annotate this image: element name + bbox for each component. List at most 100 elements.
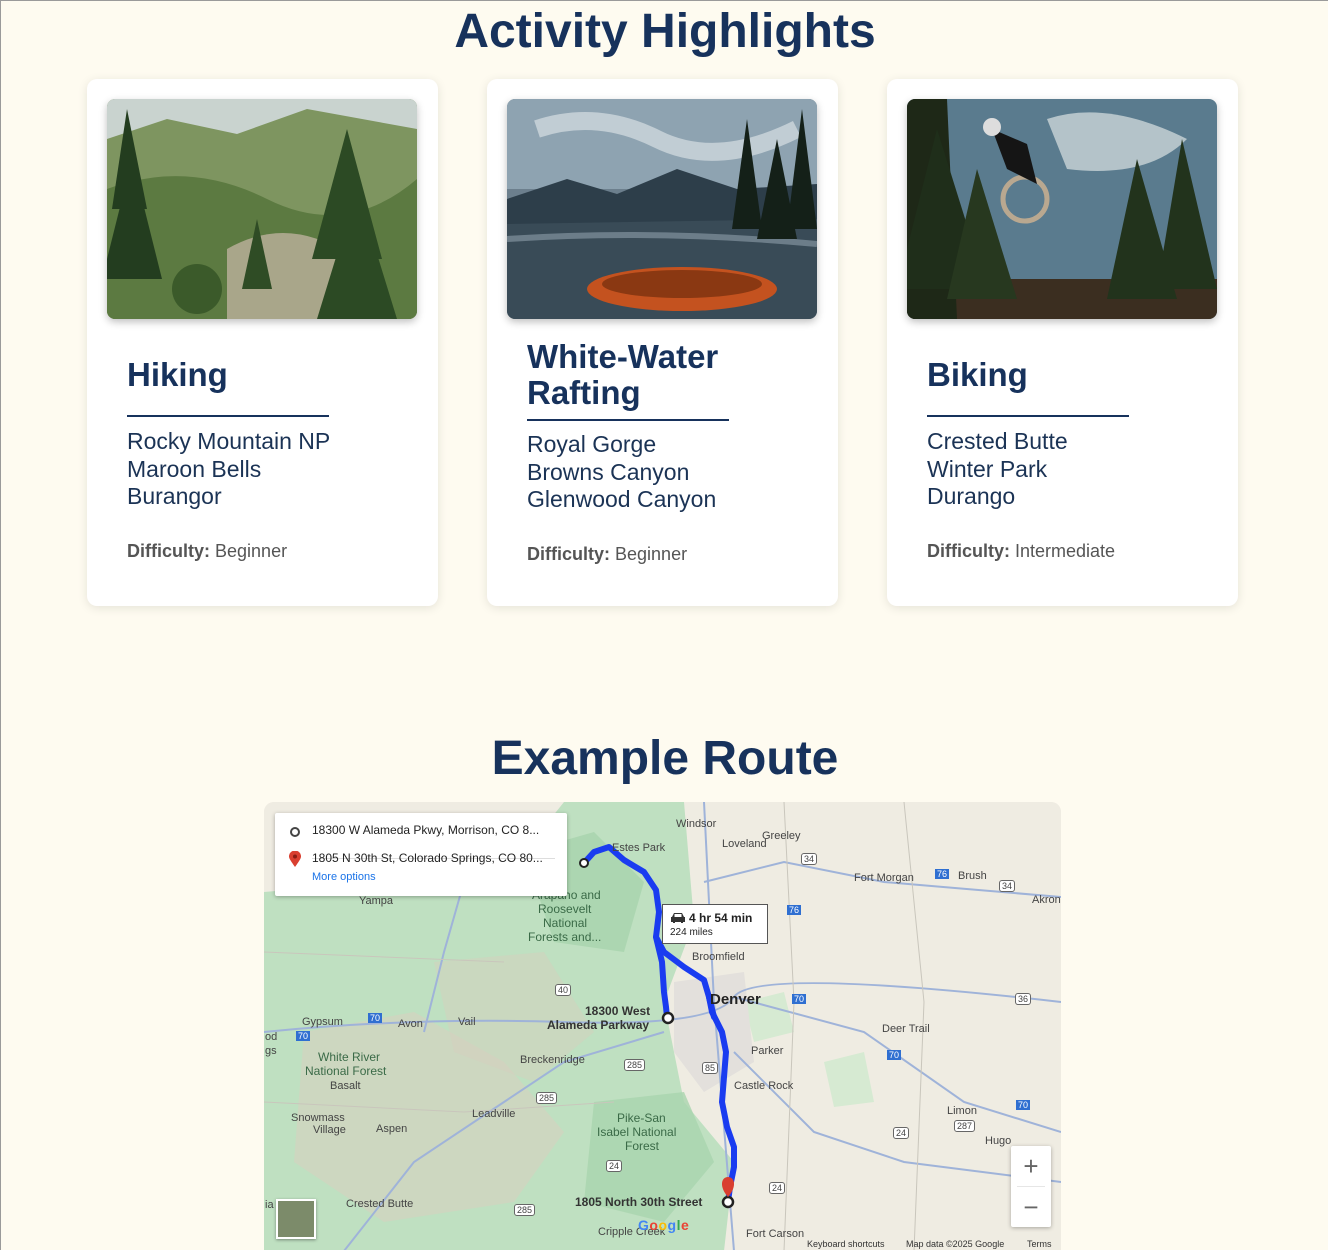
map-label: Brush bbox=[958, 870, 987, 882]
map-label: Pike-San bbox=[617, 1111, 666, 1125]
map-label: Fort Carson bbox=[746, 1228, 805, 1240]
map-label: Village bbox=[313, 1124, 346, 1136]
card-title: Hiking bbox=[127, 356, 228, 393]
highway-shield: 24 bbox=[769, 1182, 786, 1194]
highway-shield: 85 bbox=[702, 1062, 719, 1074]
origin-circle-icon bbox=[290, 827, 300, 837]
biking-photo bbox=[907, 99, 1217, 319]
map-label: White River bbox=[318, 1050, 381, 1064]
location-item: Royal Gorge bbox=[527, 431, 657, 457]
route-duration: 4 hr 54 min bbox=[689, 911, 753, 925]
map-label: Forests and... bbox=[528, 930, 602, 944]
map-label: Snowmass bbox=[291, 1112, 345, 1124]
highway-shield: 287 bbox=[954, 1120, 976, 1132]
activity-card-biking: Biking Crested Butte Winter Park Durango… bbox=[887, 79, 1238, 606]
highway-shield: 36 bbox=[1015, 993, 1032, 1005]
card-divider bbox=[927, 415, 1129, 417]
difficulty-value: Intermediate bbox=[1015, 541, 1116, 561]
highway-shield: 40 bbox=[555, 984, 572, 996]
highway-shield: 24 bbox=[606, 1160, 623, 1172]
origin-address[interactable]: 18300 W Alameda Pkwy, Morrison, CO 8... bbox=[312, 823, 539, 837]
map-label: Breckenridge bbox=[520, 1054, 585, 1066]
map-label: Denver bbox=[710, 991, 761, 1008]
map-label: Leadville bbox=[472, 1108, 516, 1120]
map-label: Deer Trail bbox=[882, 1023, 930, 1035]
map-label: Forest bbox=[625, 1139, 660, 1153]
map-label: Castle Rock bbox=[734, 1080, 794, 1092]
route-distance: 224 miles bbox=[670, 927, 713, 938]
map-label: Crested Butte bbox=[346, 1198, 414, 1210]
highway-shield: 76 bbox=[935, 869, 950, 879]
map-label: Roosevelt bbox=[538, 902, 592, 916]
directions-panel[interactable]: 18300 W Alameda Pkwy, Morrison, CO 8... … bbox=[275, 813, 567, 896]
card-divider bbox=[527, 419, 729, 421]
map-label: Alameda Parkway bbox=[547, 1018, 650, 1032]
route-title: Example Route bbox=[491, 732, 839, 785]
map-label: od bbox=[265, 1031, 278, 1043]
route-map[interactable]: Windsor Greeley Loveland Estes Park Arap… bbox=[264, 802, 1061, 1250]
map-label: Parker bbox=[751, 1045, 784, 1057]
map-label: Yampa bbox=[359, 895, 394, 907]
keyboard-shortcuts-link[interactable]: Keyboard shortcuts bbox=[807, 1239, 885, 1249]
location-item: Crested Butte bbox=[927, 428, 1068, 454]
rafting-photo bbox=[507, 99, 817, 319]
map-label: National bbox=[543, 916, 588, 930]
highway-shield: 76 bbox=[787, 905, 802, 915]
highway-shield: 70 bbox=[792, 994, 807, 1004]
location-item: Burangor bbox=[127, 483, 222, 509]
location-list: Royal Gorge Browns Canyon Glenwood Canyo… bbox=[527, 431, 716, 514]
satellite-toggle[interactable] bbox=[276, 1199, 316, 1239]
destination-address[interactable]: 1805 N 30th St, Colorado Springs, CO 80.… bbox=[312, 851, 543, 865]
hiking-photo bbox=[107, 99, 417, 319]
map-label: Loveland bbox=[722, 838, 767, 850]
zoom-controls: + − bbox=[1011, 1146, 1051, 1227]
map-label: gs bbox=[265, 1045, 277, 1057]
difficulty-line: Difficulty: Beginner bbox=[127, 541, 287, 562]
highway-shield: 285 bbox=[624, 1059, 646, 1071]
map-label: Greeley bbox=[762, 830, 801, 842]
location-list: Crested Butte Winter Park Durango bbox=[927, 428, 1068, 511]
map-label: Estes Park bbox=[612, 842, 666, 854]
map-label: Hugo bbox=[985, 1135, 1012, 1147]
map-label: Aspen bbox=[376, 1123, 408, 1135]
location-item: Browns Canyon bbox=[527, 458, 690, 485]
highway-shield: 70 bbox=[1016, 1100, 1031, 1110]
route-time-box[interactable]: 4 hr 54 min 224 miles bbox=[662, 904, 768, 944]
location-list: Rocky Mountain NP Maroon Bells Burangor bbox=[127, 428, 330, 511]
zoom-in-icon[interactable]: + bbox=[1011, 1146, 1051, 1186]
more-options-link[interactable]: More options bbox=[312, 871, 376, 883]
difficulty-line: Difficulty: Beginner bbox=[527, 544, 687, 565]
card-title: Biking bbox=[927, 356, 1028, 393]
map-label: ia bbox=[265, 1199, 274, 1211]
map-label: Fort Morgan bbox=[854, 872, 914, 884]
map-label: Akron bbox=[1032, 894, 1061, 906]
highway-shield: 70 bbox=[368, 1013, 383, 1023]
difficulty-value: Beginner bbox=[215, 541, 288, 561]
difficulty-label: Difficulty: bbox=[527, 544, 610, 564]
map-label: Basalt bbox=[330, 1080, 361, 1092]
terms-link[interactable]: Terms bbox=[1027, 1239, 1052, 1249]
highway-shield: 34 bbox=[999, 880, 1016, 892]
card-title: White-Water Rafting bbox=[527, 338, 719, 411]
map-label: 18300 West bbox=[585, 1004, 651, 1018]
map-label: Avon bbox=[398, 1018, 423, 1030]
location-item: Glenwood Canyon bbox=[527, 486, 717, 512]
location-item: Winter Park bbox=[927, 455, 1048, 482]
activities-title: Activity Highlights bbox=[454, 5, 876, 58]
difficulty-line: Difficulty: Intermediate bbox=[927, 541, 1115, 562]
difficulty-value: Beginner bbox=[615, 544, 688, 564]
zoom-out-icon[interactable]: − bbox=[1011, 1187, 1051, 1227]
map-label: Windsor bbox=[676, 818, 717, 830]
car-icon bbox=[671, 913, 685, 923]
highway-shield: 70 bbox=[296, 1031, 311, 1041]
location-item: Durango bbox=[927, 483, 1016, 509]
map-label: National Forest bbox=[305, 1064, 387, 1078]
highway-shield: 34 bbox=[801, 853, 818, 865]
highway-shield: 285 bbox=[514, 1204, 536, 1216]
map-data-text: Map data ©2025 Google bbox=[906, 1239, 1005, 1249]
activity-card-rafting: White-Water Rafting Royal Gorge Browns C… bbox=[487, 79, 838, 606]
activity-card-hiking: Hiking Rocky Mountain NP Maroon Bells Bu… bbox=[87, 79, 438, 606]
google-logo: Google bbox=[638, 1217, 690, 1233]
card-divider bbox=[127, 415, 329, 417]
highway-shield: 285 bbox=[536, 1092, 558, 1104]
